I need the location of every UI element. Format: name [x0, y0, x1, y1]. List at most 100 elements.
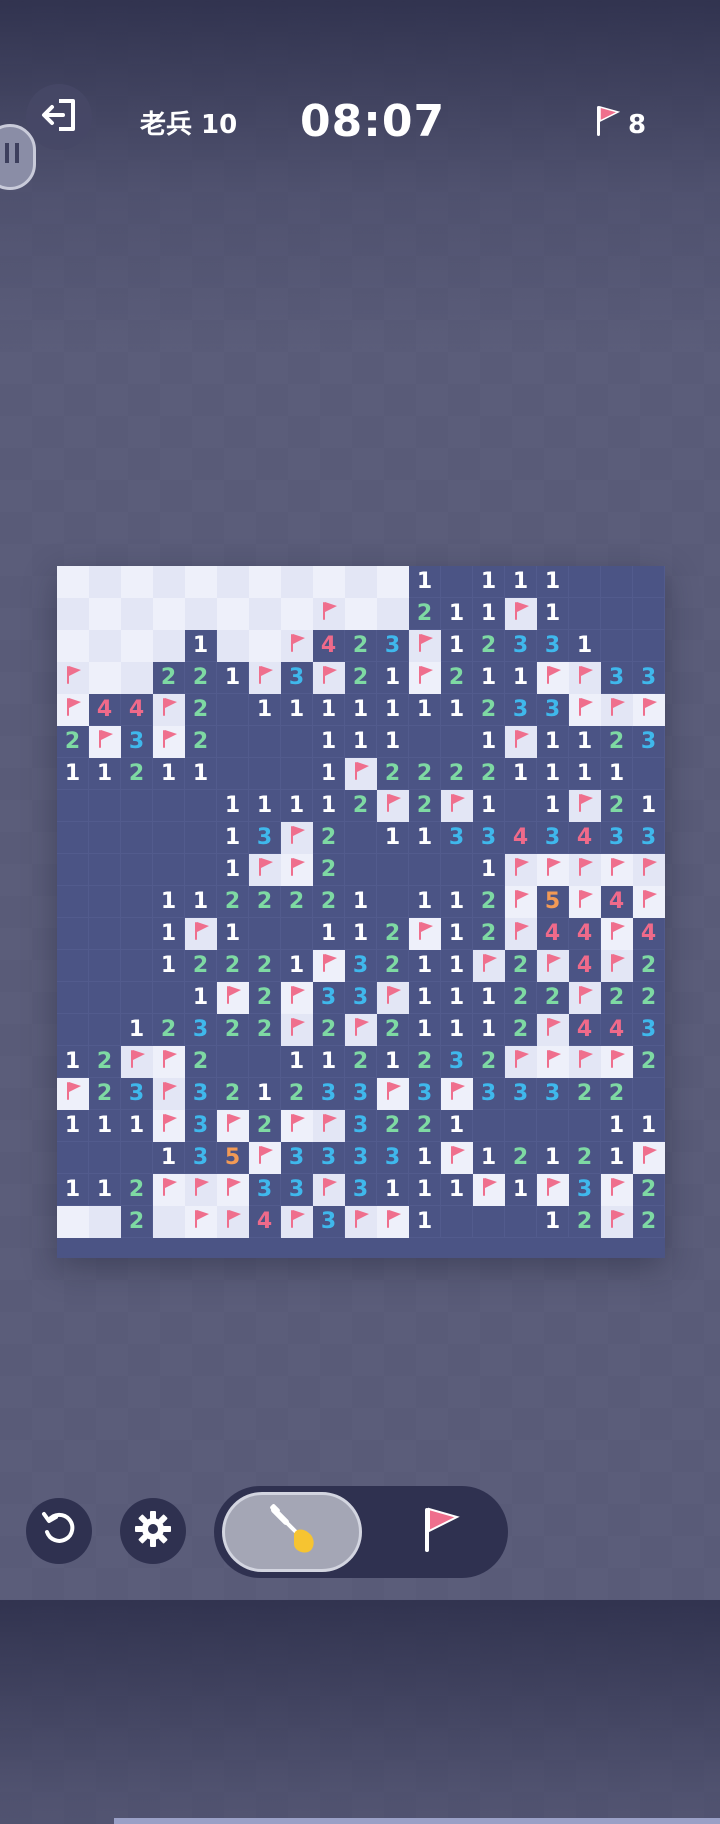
- number-cell[interactable]: 3: [313, 982, 345, 1014]
- number-cell[interactable]: 1: [441, 918, 473, 950]
- number-cell[interactable]: 4: [569, 950, 601, 982]
- number-cell[interactable]: 1: [537, 758, 569, 790]
- flagged-cell[interactable]: [217, 1174, 249, 1206]
- number-cell[interactable]: 2: [217, 950, 249, 982]
- covered-cell[interactable]: [377, 566, 409, 598]
- covered-cell[interactable]: [89, 662, 121, 694]
- number-cell[interactable]: 2: [473, 694, 505, 726]
- covered-cell[interactable]: [345, 566, 377, 598]
- covered-cell[interactable]: [57, 598, 89, 630]
- number-cell[interactable]: 1: [153, 758, 185, 790]
- covered-cell[interactable]: [153, 1206, 185, 1238]
- flagged-cell[interactable]: [409, 662, 441, 694]
- flagged-cell[interactable]: [217, 1110, 249, 1142]
- flagged-cell[interactable]: [633, 886, 665, 918]
- flagged-cell[interactable]: [377, 790, 409, 822]
- number-cell[interactable]: 3: [441, 1046, 473, 1078]
- number-cell[interactable]: 3: [601, 822, 633, 854]
- number-cell[interactable]: 1: [281, 694, 313, 726]
- flagged-cell[interactable]: [441, 790, 473, 822]
- number-cell[interactable]: 1: [409, 1014, 441, 1046]
- number-cell[interactable]: 1: [377, 1174, 409, 1206]
- number-cell[interactable]: 2: [409, 598, 441, 630]
- flagged-cell[interactable]: [441, 1142, 473, 1174]
- number-cell[interactable]: 3: [185, 1014, 217, 1046]
- number-cell[interactable]: 3: [185, 1142, 217, 1174]
- flagged-cell[interactable]: [313, 1110, 345, 1142]
- number-cell[interactable]: 1: [377, 726, 409, 758]
- number-cell[interactable]: 4: [249, 1206, 281, 1238]
- flagged-cell[interactable]: [57, 662, 89, 694]
- flagged-cell[interactable]: [601, 918, 633, 950]
- flagged-cell[interactable]: [89, 726, 121, 758]
- flagged-cell[interactable]: [569, 1046, 601, 1078]
- number-cell[interactable]: 3: [185, 1110, 217, 1142]
- number-cell[interactable]: 1: [153, 886, 185, 918]
- number-cell[interactable]: 1: [281, 1046, 313, 1078]
- number-cell[interactable]: 2: [345, 790, 377, 822]
- number-cell[interactable]: 1: [345, 726, 377, 758]
- number-cell[interactable]: 1: [57, 1046, 89, 1078]
- number-cell[interactable]: 1: [409, 566, 441, 598]
- number-cell[interactable]: 1: [281, 950, 313, 982]
- flagged-cell[interactable]: [633, 1142, 665, 1174]
- number-cell[interactable]: 2: [313, 822, 345, 854]
- number-cell[interactable]: 1: [473, 1014, 505, 1046]
- number-cell[interactable]: 1: [185, 758, 217, 790]
- number-cell[interactable]: 1: [185, 982, 217, 1014]
- number-cell[interactable]: 3: [473, 1078, 505, 1110]
- number-cell[interactable]: 1: [121, 1110, 153, 1142]
- number-cell[interactable]: 1: [601, 1142, 633, 1174]
- number-cell[interactable]: 1: [473, 726, 505, 758]
- number-cell[interactable]: 1: [633, 1110, 665, 1142]
- number-cell[interactable]: 1: [345, 694, 377, 726]
- number-cell[interactable]: 1: [313, 694, 345, 726]
- number-cell[interactable]: 1: [409, 694, 441, 726]
- covered-cell[interactable]: [121, 598, 153, 630]
- number-cell[interactable]: 1: [313, 1046, 345, 1078]
- flagged-cell[interactable]: [281, 982, 313, 1014]
- flagged-cell[interactable]: [153, 726, 185, 758]
- number-cell[interactable]: 1: [89, 1110, 121, 1142]
- covered-cell[interactable]: [217, 630, 249, 662]
- number-cell[interactable]: 2: [249, 1110, 281, 1142]
- number-cell[interactable]: 1: [345, 886, 377, 918]
- flagged-cell[interactable]: [345, 758, 377, 790]
- number-cell[interactable]: 1: [441, 1014, 473, 1046]
- flagged-cell[interactable]: [281, 1014, 313, 1046]
- number-cell[interactable]: 2: [633, 982, 665, 1014]
- number-cell[interactable]: 3: [537, 1078, 569, 1110]
- number-cell[interactable]: 1: [601, 1110, 633, 1142]
- covered-cell[interactable]: [249, 598, 281, 630]
- number-cell[interactable]: 2: [473, 1046, 505, 1078]
- number-cell[interactable]: 2: [57, 726, 89, 758]
- number-cell[interactable]: 2: [601, 1078, 633, 1110]
- number-cell[interactable]: 1: [249, 1078, 281, 1110]
- number-cell[interactable]: 3: [313, 1142, 345, 1174]
- number-cell[interactable]: 3: [633, 1014, 665, 1046]
- number-cell[interactable]: 1: [473, 854, 505, 886]
- number-cell[interactable]: 2: [409, 1046, 441, 1078]
- number-cell[interactable]: 2: [601, 726, 633, 758]
- flagged-cell[interactable]: [249, 1142, 281, 1174]
- number-cell[interactable]: 3: [345, 1110, 377, 1142]
- number-cell[interactable]: 2: [281, 1078, 313, 1110]
- number-cell[interactable]: 1: [409, 1206, 441, 1238]
- flagged-cell[interactable]: [505, 598, 537, 630]
- number-cell[interactable]: 3: [249, 1174, 281, 1206]
- flagged-cell[interactable]: [473, 950, 505, 982]
- flagged-cell[interactable]: [601, 1206, 633, 1238]
- flagged-cell[interactable]: [505, 886, 537, 918]
- number-cell[interactable]: 1: [537, 726, 569, 758]
- number-cell[interactable]: 2: [377, 950, 409, 982]
- number-cell[interactable]: 2: [217, 1078, 249, 1110]
- covered-cell[interactable]: [377, 598, 409, 630]
- flagged-cell[interactable]: [313, 598, 345, 630]
- number-cell[interactable]: 3: [633, 822, 665, 854]
- flagged-cell[interactable]: [409, 630, 441, 662]
- flagged-cell[interactable]: [569, 886, 601, 918]
- number-cell[interactable]: 3: [633, 662, 665, 694]
- covered-cell[interactable]: [281, 598, 313, 630]
- number-cell[interactable]: 3: [633, 726, 665, 758]
- number-cell[interactable]: 3: [121, 1078, 153, 1110]
